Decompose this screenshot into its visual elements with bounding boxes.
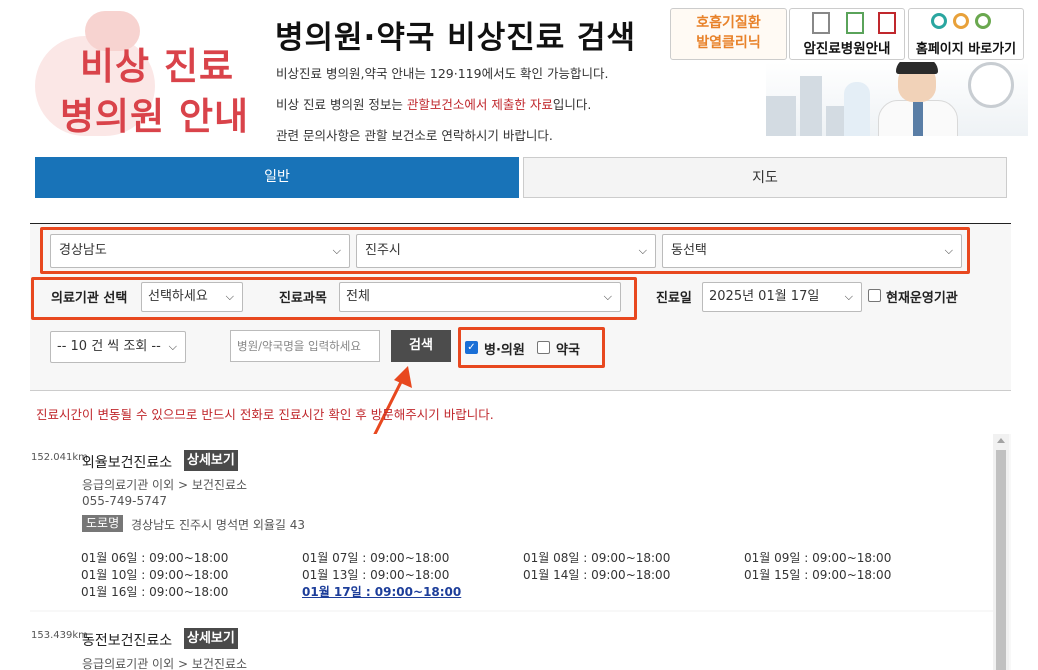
road-address-badge: 도로명: [82, 515, 124, 532]
results-scrollbar[interactable]: [993, 434, 1009, 670]
province-select[interactable]: 경상남도 ⌵: [50, 234, 350, 268]
department-select[interactable]: 전체 ⌵: [339, 282, 621, 312]
date-value: 2025년 01월 17일: [709, 289, 820, 304]
hospital-checkbox[interactable]: ✓: [465, 341, 478, 354]
search-button[interactable]: 검색: [391, 330, 451, 362]
dong-value: 동선택: [671, 243, 707, 258]
city-select[interactable]: 진주시 ⌵: [356, 234, 656, 268]
tab-map[interactable]: 지도: [523, 157, 1007, 198]
chevron-down-icon: ⌵: [638, 244, 647, 257]
doctor-illustration: [766, 62, 1028, 136]
highlight-box-type: [458, 327, 605, 368]
fever-clinic-line1: 호흡기질환: [696, 15, 761, 31]
logo-text-line1: 비상 진료: [80, 45, 235, 88]
chevron-down-icon: ⌵: [844, 290, 853, 303]
nurse-figure: [844, 82, 870, 136]
info-line-2: 비상 진료 병의원 정보는 관할보건소에서 제출한 자료입니다.: [276, 94, 591, 113]
hours-entry: 01월 09일 : 09:00~18:00: [744, 551, 892, 565]
list-item: 153.439km 동전보건진료소 상세보기 응급의료기관 이외 > 보건진료소: [30, 612, 993, 670]
emergency-logo: 비상 진료 병의원 안내: [30, 6, 255, 138]
ambulance-icon: [878, 12, 896, 34]
hours-entry: 01월 08일 : 09:00~18:00: [523, 551, 671, 565]
hours-entry-today[interactable]: 01월 17일 : 09:00~18:00: [302, 583, 461, 600]
info-line-2-highlight: 관할보건소에서 제출한 자료: [406, 97, 553, 112]
clock-icon: [968, 62, 1014, 108]
fever-clinic-banner[interactable]: 호흡기질환 발열클리닉: [670, 8, 787, 60]
category: 응급의료기관 이외 > 보건진료소: [82, 478, 248, 492]
category: 응급의료기관 이외 > 보건진료소: [82, 657, 248, 670]
open-now-checkbox[interactable]: [868, 289, 881, 302]
date-select[interactable]: 2025년 01월 17일 ⌵: [702, 282, 862, 312]
fever-clinic-line2: 발열클리닉: [696, 35, 761, 51]
info-line-1: 비상진료 병의원,약국 안내는 129·119에서도 확인 가능합니다.: [276, 66, 609, 81]
open-now-label: 현재운영기관: [886, 291, 958, 306]
scroll-thumb[interactable]: [996, 450, 1006, 670]
building-icon: [812, 12, 830, 34]
hours-entry: 01월 07일 : 09:00~18:00: [302, 551, 450, 565]
hours-entry: 01월 16일 : 09:00~18:00: [81, 585, 229, 599]
city-value: 진주시: [365, 243, 401, 258]
facility-value: 선택하세요: [148, 289, 208, 304]
chevron-down-icon: ⌵: [225, 290, 234, 303]
hours-entry: 01월 14일 : 09:00~18:00: [523, 568, 671, 582]
hours-entry: 01월 15일 : 09:00~18:00: [744, 568, 892, 582]
facility-name[interactable]: 동전보건진료소: [82, 630, 172, 650]
page-title: 병의원·약국 비상진료 검색: [275, 20, 637, 56]
scroll-up-icon[interactable]: [997, 438, 1005, 443]
results-list: 152.041km 외율보건진료소 상세보기 응급의료기관 이외 > 보건진료소…: [30, 434, 1011, 670]
dong-select[interactable]: 동선택 ⌵: [662, 234, 962, 268]
homepage-banner[interactable]: 홈페이지 바로가기: [908, 8, 1024, 60]
hours-entry: 01월 10일 : 09:00~18:00: [81, 568, 229, 582]
detail-button[interactable]: 상세보기: [184, 628, 238, 649]
cancer-hospital-banner[interactable]: 암진료병원안내: [789, 8, 905, 60]
notice-text: 진료시간이 변동될 수 있으므로 반드시 전화로 진료시간 확인 후 방문해주시…: [36, 407, 494, 422]
building-decoration: [766, 96, 796, 136]
facility-label: 의료기관 선택: [51, 291, 128, 306]
page-size-select[interactable]: -- 10 건 씩 조회 -- ⌵: [50, 331, 186, 363]
pharmacy-checkbox-label: 약국: [556, 343, 580, 358]
egen-logo-icon: [953, 13, 969, 29]
chevron-down-icon: ⌵: [332, 244, 341, 257]
info-line-3: 관련 문의사항은 관할 보건소로 연락하시기 바랍니다.: [276, 128, 553, 143]
hospital-checkbox-label: 병·의원: [484, 343, 525, 358]
date-label: 진료일: [656, 291, 692, 306]
egen-logo-icon: [931, 13, 947, 29]
homepage-label: 홈페이지 바로가기: [915, 42, 1017, 57]
province-value: 경상남도: [59, 243, 107, 258]
header: 비상 진료 병의원 안내 병의원·약국 비상진료 검색 비상진료 병의원,약국 …: [0, 0, 1038, 150]
logo-text-line2: 병의원 안내: [60, 95, 250, 138]
chevron-down-icon: ⌵: [168, 340, 177, 353]
egen-logo-icon: [975, 13, 991, 29]
facility-name[interactable]: 외율보건진료소: [82, 452, 172, 472]
chevron-down-icon: ⌵: [944, 244, 953, 257]
detail-button[interactable]: 상세보기: [184, 450, 238, 471]
chevron-down-icon: ⌵: [603, 290, 612, 303]
page-size-value: -- 10 건 씩 조회 --: [57, 339, 161, 354]
hospital-icon: [846, 12, 864, 34]
cancer-hospital-label: 암진료병원안내: [803, 41, 891, 57]
doctor-hair: [896, 62, 938, 74]
doctor-tie: [913, 102, 923, 136]
info-line-2-post: 입니다.: [552, 97, 592, 112]
department-value: 전체: [346, 289, 370, 304]
building-decoration: [800, 76, 822, 136]
hours-entry: 01월 13일 : 09:00~18:00: [302, 568, 450, 582]
hours-entry: 01월 06일 : 09:00~18:00: [81, 551, 229, 565]
name-search-input[interactable]: 병원/약국명을 입력하세요: [230, 330, 380, 362]
address: 경상남도 진주시 명석면 외율길 43: [131, 518, 306, 532]
phone: 055-749-5747: [82, 494, 168, 508]
distance: 153.439km: [31, 630, 88, 641]
list-item: 152.041km 외율보건진료소 상세보기 응급의료기관 이외 > 보건진료소…: [30, 434, 993, 610]
info-line-2-pre: 비상 진료 병의원 정보는: [276, 97, 407, 112]
department-label: 진료과목: [279, 291, 327, 306]
facility-select[interactable]: 선택하세요 ⌵: [141, 282, 243, 312]
pharmacy-checkbox[interactable]: [537, 341, 550, 354]
tab-general[interactable]: 일반: [35, 157, 519, 198]
distance: 152.041km: [31, 452, 88, 463]
